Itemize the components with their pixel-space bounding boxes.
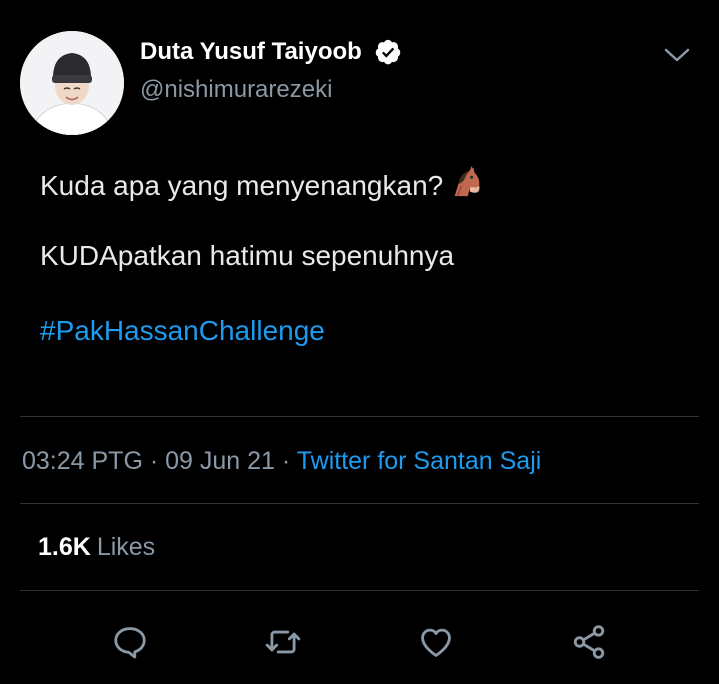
chevron-down-icon[interactable] (662, 40, 692, 70)
share-button[interactable] (567, 620, 611, 664)
tweet-text-line-1: Kuda apa yang menyenangkan? (40, 165, 483, 206)
avatar-image (20, 31, 124, 135)
tweet-meta: 03:24 PTG · 09 Jun 21 · Twitter for Sant… (22, 447, 541, 476)
tweet-source-link[interactable]: Twitter for Santan Saji (297, 447, 542, 475)
reply-icon (114, 627, 146, 659)
display-name-row[interactable]: Duta Yusuf Taiyoob (140, 38, 402, 66)
reply-button[interactable] (108, 620, 152, 664)
tweet-time: 03:24 PTG (22, 447, 143, 475)
likes-count: 1.6K (38, 533, 91, 561)
user-handle[interactable]: @nishimurarezeki (140, 76, 332, 104)
retweet-button[interactable] (261, 620, 305, 664)
heart-icon (421, 628, 451, 657)
share-icon (573, 625, 605, 659)
verified-badge-icon (374, 38, 402, 66)
meta-separator: · (281, 447, 291, 475)
like-button[interactable] (414, 620, 458, 664)
tweet-text-line-2: KUDApatkan hatimu sepenuhnya (40, 240, 455, 271)
tweet-date: 09 Jun 21 (165, 447, 275, 475)
divider (20, 503, 699, 504)
divider (20, 590, 699, 591)
display-name[interactable]: Duta Yusuf Taiyoob (140, 38, 362, 66)
meta-separator: · (149, 447, 159, 475)
horse-face-emoji-icon (449, 165, 483, 206)
retweet-icon (265, 630, 301, 654)
likes-label: Likes (96, 533, 156, 561)
avatar[interactable] (20, 31, 124, 135)
likes-summary[interactable]: 1.6K Likes (38, 533, 155, 562)
hashtag-link[interactable]: #PakHassanChallenge (40, 315, 325, 347)
divider (20, 416, 699, 417)
tweet-text-question: Kuda apa yang menyenangkan? (40, 170, 444, 201)
